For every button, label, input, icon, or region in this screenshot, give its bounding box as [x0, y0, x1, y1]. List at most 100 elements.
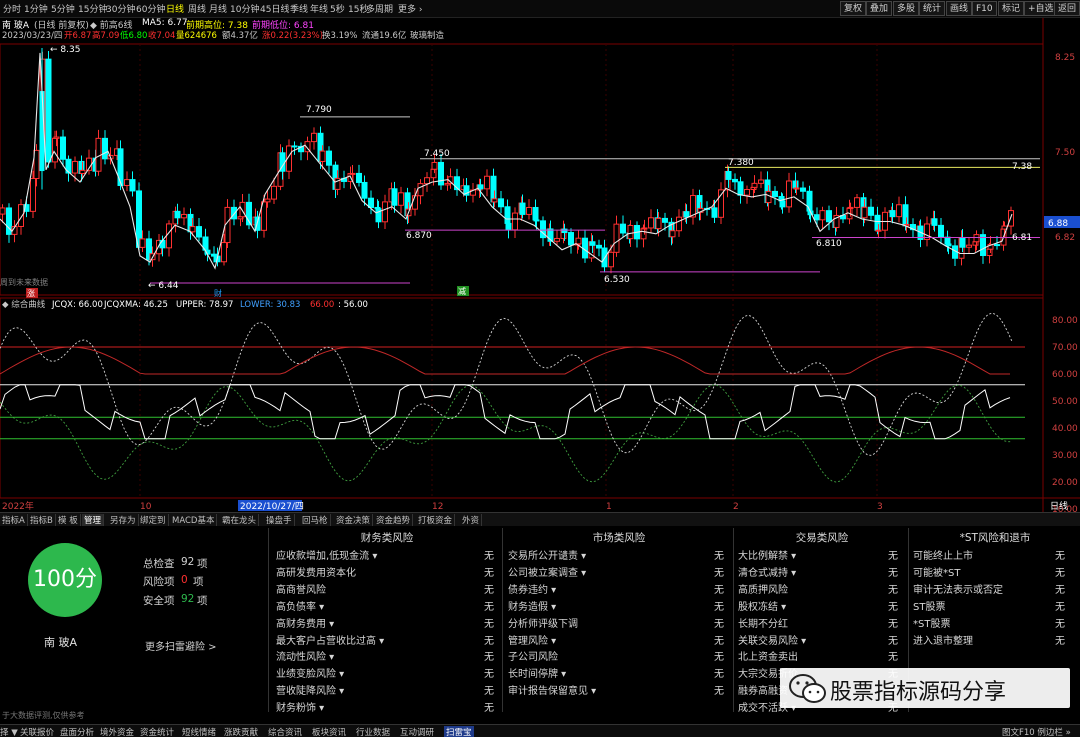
footer-tab-6[interactable]: 涨跌贡献 [224, 726, 258, 737]
more-scan-link[interactable]: 更多扫雷避险 > [145, 638, 217, 653]
risk-item-value: 0 [181, 574, 188, 586]
candle [613, 215, 620, 257]
risk-item[interactable]: 管理风险 ▾ [508, 632, 556, 647]
risk-item[interactable]: 最大客户占营收比过高 ▾ [276, 632, 384, 647]
footer-tab-0[interactable]: 择 ▼ [0, 726, 18, 737]
candle [924, 216, 930, 247]
risk-status: 无 [1055, 567, 1065, 579]
risk-item[interactable]: 高质押风险 [738, 581, 788, 596]
risk-status: 无 [888, 601, 898, 613]
risk-item[interactable]: *ST股票 [913, 615, 950, 630]
candle [582, 229, 588, 263]
candle [11, 220, 18, 243]
footer-tab-3[interactable]: 境外资金 [100, 726, 134, 737]
footer-tab-8[interactable]: 板块资讯 [312, 726, 346, 737]
risk-item[interactable]: 分析师评级下调 [508, 615, 578, 630]
risk-status: 无 [714, 601, 724, 613]
footer-tab-9[interactable]: 行业数据 [356, 726, 390, 737]
indicator-tab-9[interactable]: 回马枪 [300, 514, 331, 526]
candle [298, 142, 304, 161]
indicator-tab-4[interactable]: 另存为 [108, 514, 139, 526]
risk-item[interactable]: 财务造假 ▾ [508, 598, 556, 613]
risk-item[interactable]: 可能被*ST [913, 564, 960, 579]
indicator-tab-13[interactable]: 外资 [460, 514, 483, 526]
indicator-tab-10[interactable]: 资金决策 [334, 514, 374, 526]
indicator-tab-0[interactable]: 指标A [0, 514, 28, 526]
osc-axis-tick: 70.00 [1052, 343, 1078, 353]
timeline-label: 3 [877, 502, 883, 512]
price-axis-tick: 6.82 [1055, 233, 1075, 243]
candle [819, 206, 826, 229]
risk-status: 无 [484, 567, 494, 579]
risk-item[interactable]: 债券违约 ▾ [508, 581, 556, 596]
indicator-tab-3[interactable]: 管理 [82, 514, 105, 526]
kline-chart[interactable]: ← 8.35 7.790 7.450 7.380 6.870 6.810 6.530 ← 6.… [0, 0, 1080, 512]
risk-item[interactable]: 大比例解禁 ▾ [738, 547, 796, 562]
candle [696, 189, 703, 221]
risk-item[interactable]: 审计无法表示或否定 [913, 581, 1003, 596]
risk-item[interactable]: 审计报告保留意见 ▾ [508, 682, 596, 697]
footer-tab-2[interactable]: 盘面分析 [60, 726, 94, 737]
risk-item[interactable]: 北上资金卖出 [738, 648, 798, 663]
indicator-tab-11[interactable]: 资金趋势 [374, 514, 414, 526]
candle [438, 153, 444, 190]
risk-item[interactable]: 长时间停牌 ▾ [508, 665, 566, 680]
risk-item[interactable]: 进入退市整理 [913, 632, 973, 647]
osc-axis-tick: 50.00 [1052, 397, 1078, 407]
risk-item[interactable]: 交易所公开谴责 ▾ [508, 547, 586, 562]
footer-right-links[interactable]: 图文F10 例边栏 » [1002, 726, 1071, 737]
risk-item[interactable]: 子公司风险 [508, 648, 558, 663]
risk-status: 无 [714, 669, 724, 681]
timeline-label: 1 [606, 502, 612, 512]
indicator-tab-7[interactable]: 霸在龙头 [220, 514, 260, 526]
candle [181, 207, 187, 226]
risk-item[interactable]: 股权冻结 ▾ [738, 598, 786, 613]
risk-item[interactable]: 业绩变脸风险 ▾ [276, 665, 344, 680]
candle [417, 179, 424, 205]
indicator-tab-8[interactable]: 操盘手 [264, 514, 295, 526]
footer-tab-10[interactable]: 互动调研 [400, 726, 434, 737]
jcqx-line [0, 346, 1010, 375]
jcqx-value: JCQX: 66.00 [51, 300, 103, 310]
candle [634, 221, 640, 248]
candle [424, 172, 430, 192]
footer-tab-11[interactable]: 扫雷宝 [444, 726, 474, 737]
risk-item[interactable]: 关联交易风险 ▾ [738, 632, 806, 647]
footer-tab-1[interactable]: 关联报价 [20, 726, 54, 737]
risk-item[interactable]: 财务粉饰 ▾ [276, 699, 324, 714]
risk-status: 无 [888, 567, 898, 579]
risk-item-label: 风险项 [143, 576, 175, 588]
risk-item[interactable]: 可能终止上市 [913, 547, 973, 562]
risk-item[interactable]: 长期不分红 [738, 615, 788, 630]
risk-status: 无 [714, 686, 724, 698]
risk-item[interactable]: ST股票 [913, 598, 945, 613]
total-check-unit: 项 [197, 558, 208, 570]
candle [648, 209, 654, 233]
footer-tab-5[interactable]: 短线情绪 [182, 726, 216, 737]
risk-item[interactable]: 应收款增加,低现金流 ▾ [276, 547, 377, 562]
indicator-tab-1[interactable]: 指标B [28, 514, 56, 526]
risk-item[interactable]: 高财务费用 ▾ [276, 615, 334, 630]
risk-item[interactable]: 流动性风险 ▾ [276, 648, 334, 663]
indicator-tab-2[interactable]: 模 板 [56, 514, 81, 526]
candle [588, 233, 595, 262]
price-label: 7.38 [1012, 162, 1032, 172]
indicator-tab-5[interactable]: 绑定到 [138, 514, 169, 526]
indicator-tab-12[interactable]: 打板资金 [416, 514, 456, 526]
candle [95, 129, 102, 176]
risk-item[interactable]: 清仓式减持 ▾ [738, 564, 796, 579]
risk-status: 无 [484, 601, 494, 613]
candle [356, 164, 362, 187]
footer-tab-7[interactable]: 综合资讯 [268, 726, 302, 737]
candle [724, 164, 731, 198]
candle [129, 171, 136, 197]
indicator-tab-6[interactable]: MACD基本 [170, 514, 218, 526]
risk-item[interactable]: 公司被立案调查 ▾ [508, 564, 586, 579]
risk-item[interactable]: 高研发费用资本化 [276, 564, 356, 579]
risk-item[interactable]: 高商誉风险 [276, 581, 326, 596]
candle [958, 230, 965, 266]
risk-item[interactable]: 高负债率 ▾ [276, 598, 324, 613]
risk-status: 无 [484, 618, 494, 630]
risk-item[interactable]: 营收陡降风险 ▾ [276, 682, 344, 697]
footer-tab-4[interactable]: 资金统计 [140, 726, 174, 737]
